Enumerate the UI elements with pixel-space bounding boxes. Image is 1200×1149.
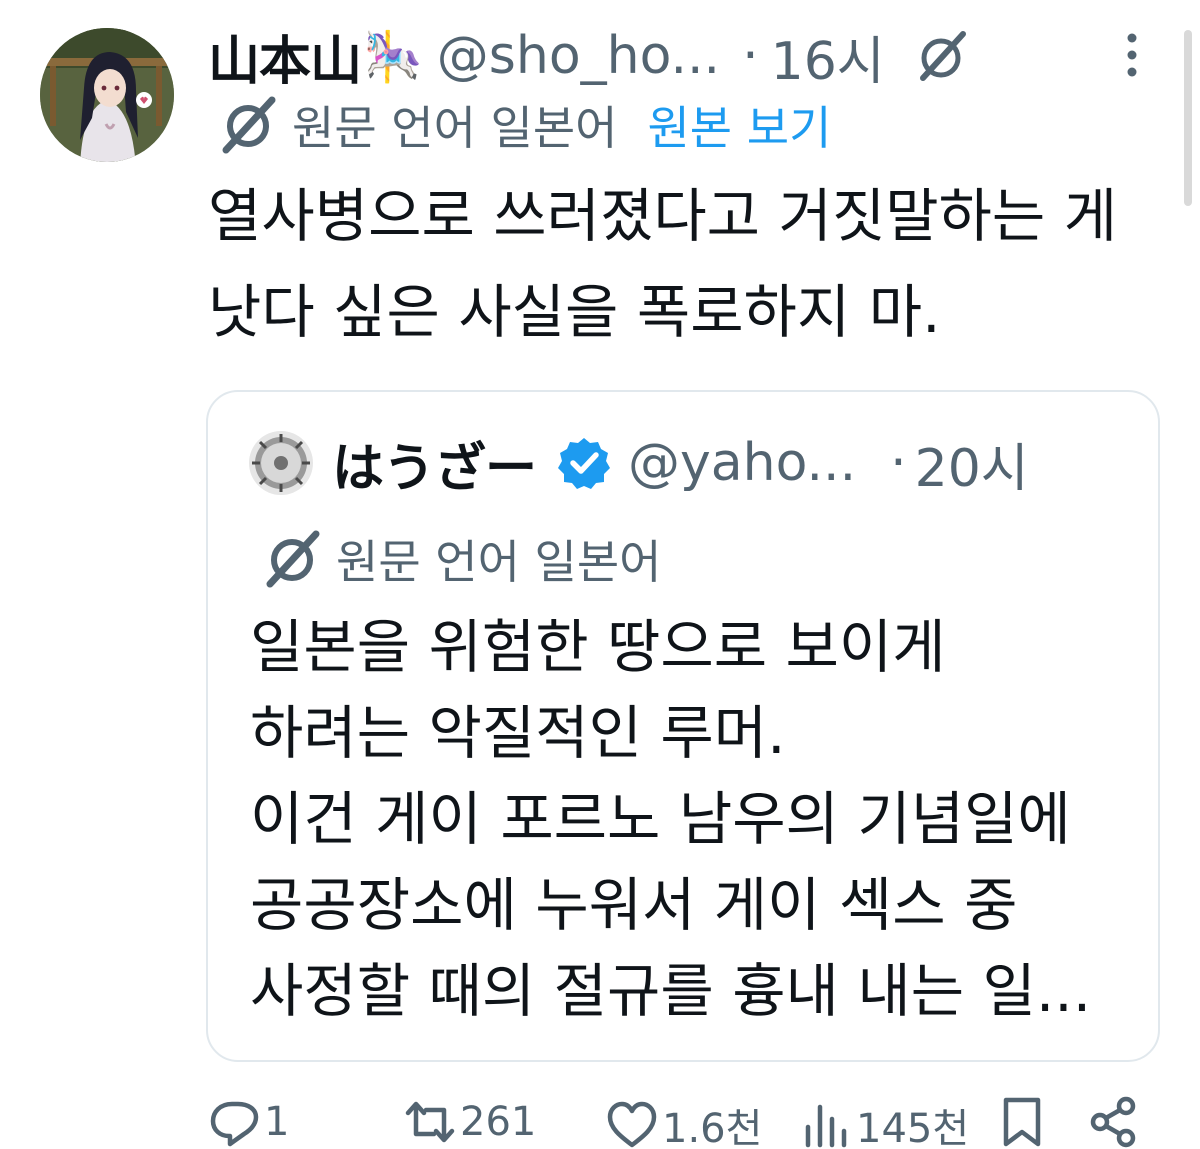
quoted-translation-row: 원문 언어 일본어 [262,526,661,592]
quoted-tweet-timestamp[interactable]: 20시 [915,426,1029,501]
translation-row: 원문 언어 일본어 원본 보기 [218,92,831,158]
grok-icon[interactable] [915,28,971,84]
quoted-tweet-card[interactable]: はうざー @yaho... · 20시 원문 언어 일본어 일본을 위험한 땅으… [206,390,1160,1062]
translate-icon [222,96,276,154]
quoted-tweet-text: 일본을 위험한 땅으로 보이게 하려는 악질적인 루머. 이건 게이 포르노 남… [250,613,1092,1025]
translate-icon [266,530,320,588]
like-count: 1.6천 [662,1106,763,1149]
like-button[interactable]: 1.6천 [606,1096,762,1149]
scrollbar[interactable] [1184,30,1192,206]
views-icon [805,1104,847,1148]
bookmark-button[interactable] [996,1096,1048,1148]
translation-note: 원문 언어 일본어 [292,101,618,155]
like-icon [607,1101,657,1148]
separator-dot: · [742,26,759,86]
views-button[interactable]: 145천 [800,1096,969,1149]
author-handle[interactable]: @sho_ho... [437,26,720,86]
share-icon [1090,1096,1136,1148]
tweet-timestamp[interactable]: 16시 [771,19,885,94]
more-options-icon[interactable] [1116,30,1148,80]
reply-button[interactable]: 1 [208,1096,289,1148]
quoted-tweet-header: はうざー @yaho... · 20시 [248,430,1029,499]
action-bar: 1 261 1.6천 145천 [0,1096,1200,1149]
quoted-translation-note: 원문 언어 일본어 [336,535,662,589]
show-original-link[interactable]: 원본 보기 [647,92,831,158]
author-display-name[interactable]: 山本山 [208,19,362,94]
reply-count: 1 [264,1099,290,1145]
author-avatar[interactable] [40,28,174,162]
carousel-horse-emoji: 🎠 [363,28,423,85]
quoted-author-display-name[interactable]: はうざー [332,426,537,501]
retweet-count: 261 [460,1099,537,1145]
retweet-button[interactable]: 261 [404,1096,536,1148]
quoted-author-handle[interactable]: @yaho... [628,433,856,493]
verified-badge-icon [558,438,611,489]
reply-icon [210,1101,259,1147]
retweet-icon [405,1101,455,1143]
bookmark-icon [1003,1097,1041,1147]
view-count: 145천 [856,1106,970,1149]
separator-dot: · [890,433,907,493]
share-button[interactable] [1088,1096,1140,1148]
quoted-author-avatar[interactable] [248,430,314,496]
tweet-header: 山本山 🎠 @sho_ho... · 16시 [208,20,971,92]
tweet-text: 열사병으로 쓰러졌다고 거짓말하는 게 낫다 싶은 사실을 폭로하지 마. [208,182,1118,346]
